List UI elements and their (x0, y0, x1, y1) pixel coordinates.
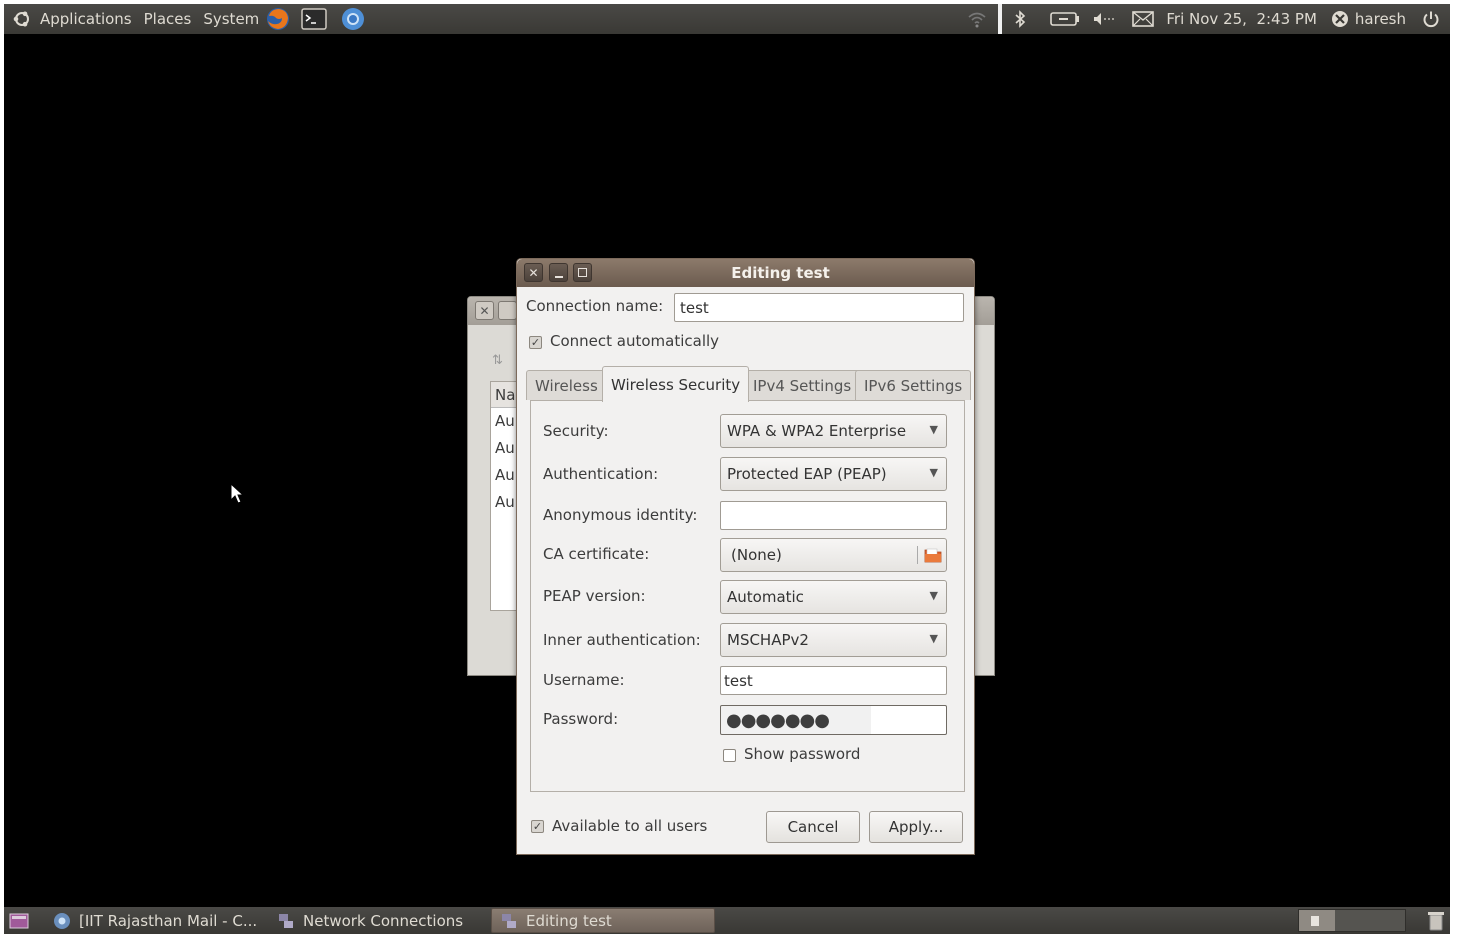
task-network-label: Network Connections (303, 911, 464, 930)
menu-places[interactable]: Places (144, 4, 192, 34)
chevron-down-icon: ▼ (929, 466, 938, 479)
inner-authentication-select[interactable]: MSCHAPv2 ▼ (720, 623, 947, 657)
desktop: Applications Places System Fri Nov 25, 2… (4, 4, 1450, 934)
connect-automatically-checkbox[interactable]: ✓ (529, 336, 542, 349)
chooser-divider (917, 546, 918, 564)
task-mail-label: [IIT Rajasthan Mail - C... (79, 911, 258, 930)
clock[interactable]: Fri Nov 25, 2:43 PM (1166, 4, 1317, 34)
editing-task-icon (500, 912, 518, 930)
workspace-switcher[interactable] (1298, 909, 1406, 932)
wifi-icon[interactable] (966, 4, 988, 34)
available-to-all-users-checkbox[interactable]: ✓ (531, 820, 544, 833)
security-label: Security: (543, 422, 609, 440)
user-name[interactable]: haresh (1355, 4, 1406, 34)
inner-authentication-label: Inner authentication: (543, 631, 701, 649)
chromium-icon[interactable] (341, 4, 365, 34)
menu-system[interactable]: System (203, 4, 259, 34)
dialog-title: Editing test (731, 264, 830, 282)
show-password-checkbox[interactable] (723, 749, 736, 762)
tab-wireless[interactable]: Wireless (526, 370, 607, 400)
bluetooth-icon[interactable] (1014, 4, 1026, 34)
task-mail[interactable]: [IIT Rajasthan Mail - C... (45, 908, 269, 933)
back-close-button[interactable]: ✕ (475, 301, 494, 320)
authentication-value: Protected EAP (PEAP) (727, 465, 887, 483)
available-to-all-users-label[interactable]: Available to all users (552, 817, 707, 835)
back-tab-icon: ⇅ (492, 353, 503, 368)
authentication-label: Authentication: (543, 465, 659, 483)
folder-icon (924, 546, 942, 568)
task-network-connections[interactable]: Network Connections (269, 908, 491, 933)
network-task-icon (277, 912, 295, 930)
task-editing-label: Editing test (526, 911, 612, 930)
chevron-down-icon: ▼ (929, 589, 938, 602)
ubuntu-logo-icon[interactable] (12, 4, 32, 34)
security-value: WPA & WPA2 Enterprise (727, 422, 907, 440)
task-editing-test[interactable]: Editing test (491, 908, 715, 933)
ca-certificate-label: CA certificate: (543, 545, 650, 563)
apply-button[interactable]: Apply... (869, 811, 963, 843)
dialog-titlebar[interactable]: ✕ Editing test (517, 259, 974, 287)
user-status-icon[interactable] (1331, 4, 1349, 34)
security-select[interactable]: WPA & WPA2 Enterprise ▼ (720, 414, 947, 448)
peap-version-label: PEAP version: (543, 587, 646, 605)
mail-icon[interactable] (1132, 4, 1155, 34)
ca-certificate-value: (None) (731, 546, 782, 564)
ca-certificate-chooser[interactable]: (None) (720, 538, 947, 572)
anonymous-identity-input[interactable] (720, 501, 947, 530)
back-minimize-button[interactable] (498, 301, 517, 320)
firefox-icon[interactable] (265, 4, 291, 34)
show-password-label[interactable]: Show password (744, 745, 860, 763)
chevron-down-icon: ▼ (929, 632, 938, 645)
password-label: Password: (543, 710, 619, 728)
workspace-window (1311, 916, 1319, 926)
terminal-icon[interactable] (301, 4, 328, 34)
bottom-panel: [IIT Rajasthan Mail - C... Network Conne… (4, 907, 1450, 934)
peap-version-select[interactable]: Automatic ▼ (720, 580, 947, 614)
show-desktop-icon[interactable] (9, 913, 29, 929)
trash-icon[interactable] (1426, 910, 1446, 932)
connect-automatically-label[interactable]: Connect automatically (550, 332, 719, 350)
top-panel: Applications Places System Fri Nov 25, 2… (4, 4, 1450, 34)
inner-authentication-value: MSCHAPv2 (727, 631, 809, 649)
cancel-button[interactable]: Cancel (766, 811, 860, 843)
tab-ipv6-settings[interactable]: IPv6 Settings (855, 370, 972, 400)
mouse-pointer-icon (230, 482, 246, 509)
peap-version-value: Automatic (727, 588, 804, 606)
username-label: Username: (543, 671, 625, 689)
connection-name-input[interactable]: test (674, 293, 964, 322)
tab-ipv4-settings[interactable]: IPv4 Settings (744, 370, 861, 400)
battery-icon[interactable] (1050, 4, 1080, 34)
username-input[interactable]: test (720, 666, 947, 695)
power-icon[interactable] (1422, 4, 1440, 34)
authentication-select[interactable]: Protected EAP (PEAP) ▼ (720, 457, 947, 491)
connection-name-label: Connection name: (526, 297, 664, 315)
password-selection (721, 706, 871, 734)
password-input[interactable]: ●●●●●●● (720, 705, 947, 735)
chevron-down-icon: ▼ (929, 423, 938, 436)
menu-applications[interactable]: Applications (40, 4, 132, 34)
tab-wireless-security[interactable]: Wireless Security (602, 366, 750, 402)
anonymous-identity-label: Anonymous identity: (543, 506, 698, 524)
panel-divider (998, 4, 1003, 34)
volume-icon[interactable] (1092, 4, 1118, 34)
chromium-task-icon (53, 912, 71, 930)
